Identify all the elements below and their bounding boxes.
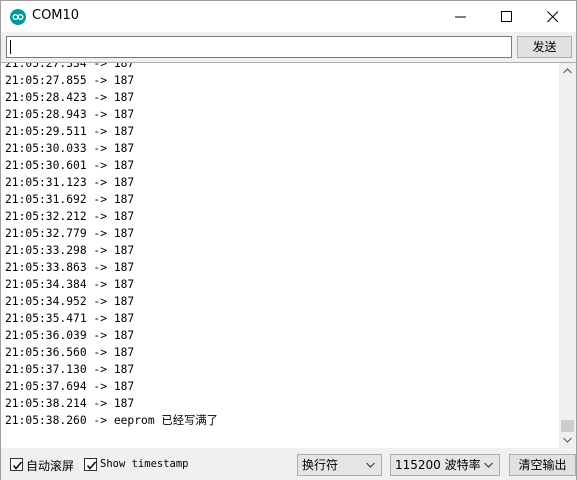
log-line: 21:05:33.863 -> 187 (5, 261, 135, 274)
log-line: 21:05:37.130 -> 187 (5, 363, 135, 376)
log-line: 21:05:34.384 -> 187 (5, 278, 135, 291)
autoscroll-checkbox[interactable] (10, 458, 23, 471)
log-line: 21:05:29.511 -> 187 (5, 125, 135, 138)
log-line: 21:05:38.260 -> eeprom 已经写满了 (5, 414, 218, 427)
autoscroll-label[interactable]: 自动滚屏 (26, 457, 74, 474)
log-line: 21:05:34.952 -> 187 (5, 295, 135, 308)
line-ending-value: 换行符 (302, 458, 339, 472)
log-line: 21:05:30.601 -> 187 (5, 159, 135, 172)
send-button[interactable]: 发送 (517, 36, 572, 58)
checkmark-icon (12, 461, 23, 470)
send-input[interactable] (6, 36, 512, 58)
log-line: 21:05:27.855 -> 187 (5, 74, 135, 87)
timestamp-checkbox[interactable] (84, 458, 97, 471)
chevron-down-icon (484, 462, 493, 468)
arduino-logo-icon (10, 9, 26, 25)
log-line: 21:05:32.212 -> 187 (5, 210, 135, 223)
send-row: 发送 (1, 32, 576, 62)
serial-monitor-window: COM10 发送 21:05:27.334 -> 187 21:05:27.855… (0, 0, 577, 480)
serial-output[interactable]: 21:05:27.334 -> 187 21:05:27.855 -> 187 21… (1, 62, 576, 448)
minimize-button[interactable] (438, 1, 484, 32)
timestamp-label[interactable]: Show timestamp (100, 458, 189, 470)
log-line: 21:05:31.692 -> 187 (5, 193, 135, 206)
vertical-scrollbar[interactable] (559, 63, 576, 448)
log-line: 21:05:35.471 -> 187 (5, 312, 135, 325)
log-line: 21:05:31.123 -> 187 (5, 176, 135, 189)
line-ending-select[interactable]: 换行符 (297, 454, 382, 476)
baud-rate-value: 115200 波特率 (395, 458, 481, 472)
bottom-toolbar: 自动滚屏 Show timestamp 换行符 115200 波特率 清空输出 (1, 449, 576, 480)
log-line: 21:05:36.039 -> 187 (5, 329, 135, 342)
log-line: 21:05:33.298 -> 187 (5, 244, 135, 257)
chevron-up-icon (563, 68, 572, 74)
scroll-down-button[interactable] (559, 432, 576, 448)
maximize-button[interactable] (484, 1, 530, 32)
output-log: 21:05:27.334 -> 187 21:05:27.855 -> 187 21… (5, 62, 555, 429)
log-line: 21:05:30.033 -> 187 (5, 142, 135, 155)
log-line: 21:05:27.334 -> 187 (5, 62, 135, 70)
chevron-down-icon (563, 437, 572, 443)
checkmark-icon (86, 461, 97, 470)
chevron-down-icon (366, 462, 375, 468)
minimize-icon (455, 16, 466, 18)
close-button[interactable] (530, 1, 576, 32)
clear-output-button[interactable]: 清空输出 (509, 454, 576, 476)
scrollbar-thumb[interactable] (561, 420, 574, 432)
log-line: 21:05:37.694 -> 187 (5, 380, 135, 393)
log-line: 21:05:28.423 -> 187 (5, 91, 135, 104)
baud-rate-select[interactable]: 115200 波特率 (390, 454, 500, 476)
log-line: 21:05:32.779 -> 187 (5, 227, 135, 240)
log-line: 21:05:38.214 -> 187 (5, 397, 135, 410)
window-title: COM10 (32, 8, 80, 23)
maximize-icon (501, 11, 512, 22)
log-line: 21:05:28.943 -> 187 (5, 108, 135, 121)
log-line: 21:05:36.560 -> 187 (5, 346, 135, 359)
title-bar[interactable]: COM10 (1, 1, 576, 32)
scroll-up-button[interactable] (559, 63, 576, 80)
text-caret (10, 40, 11, 54)
close-icon (547, 11, 559, 23)
